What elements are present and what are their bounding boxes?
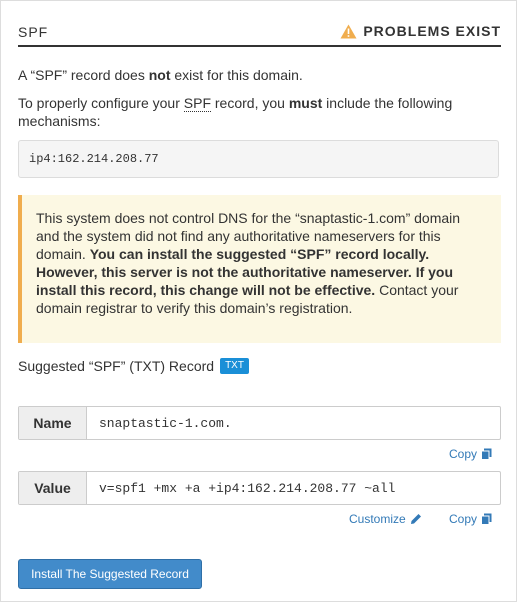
customize-label: Customize: [349, 512, 406, 526]
spf-panel: SPF PROBLEMS EXIST A “SPF” record does n…: [0, 0, 517, 602]
section-title: SPF: [18, 24, 49, 40]
section-header: SPF PROBLEMS EXIST: [18, 19, 501, 47]
instruction-text-middle: record, you: [211, 95, 289, 111]
customize-link[interactable]: Customize: [349, 512, 422, 526]
intro-text-end: exist for this domain.: [170, 67, 303, 83]
copy-icon: [481, 448, 492, 460]
name-field: Name snaptastic-1.com.: [18, 406, 501, 440]
copy-value-link[interactable]: Copy: [449, 512, 492, 526]
instruction-text-start: To properly configure your: [18, 95, 184, 111]
value-field-value[interactable]: v=spf1 +mx +a +ip4:162.214.208.77 ~all: [87, 472, 500, 504]
copy-icon: [481, 513, 492, 525]
install-suggested-record-button[interactable]: Install The Suggested Record: [18, 559, 202, 589]
instruction-text: To properly configure your SPF record, y…: [18, 94, 501, 130]
name-field-value[interactable]: snaptastic-1.com.: [87, 407, 500, 439]
intro-text: A “SPF” record does not exist for this d…: [18, 66, 501, 84]
copy-name-label: Copy: [449, 447, 478, 461]
status-indicator: PROBLEMS EXIST: [340, 23, 501, 39]
pencil-icon: [410, 514, 421, 524]
suggested-record-label: Suggested “SPF” (TXT) Record: [18, 358, 215, 374]
value-field-label: Value: [19, 472, 87, 504]
name-field-label: Name: [19, 407, 87, 439]
record-type-badge: TXT: [220, 358, 249, 374]
suggested-record-heading: Suggested “SPF” (TXT) Record TXT: [18, 358, 249, 374]
copy-name-link[interactable]: Copy: [449, 447, 492, 461]
spf-abbreviation: SPF: [183, 95, 211, 112]
warning-alert: This system does not control DNS for the…: [18, 195, 501, 343]
instruction-text-emphasis: must: [288, 95, 323, 111]
intro-text-start: A “SPF” record does: [18, 67, 149, 83]
status-text: PROBLEMS EXIST: [363, 23, 501, 39]
mechanisms-code: ip4:162.214.208.77: [18, 140, 499, 178]
intro-text-emphasis: not: [148, 67, 171, 83]
copy-value-label: Copy: [449, 512, 478, 526]
warning-triangle-icon: [340, 24, 357, 39]
value-field: Value v=spf1 +mx +a +ip4:162.214.208.77 …: [18, 471, 501, 505]
